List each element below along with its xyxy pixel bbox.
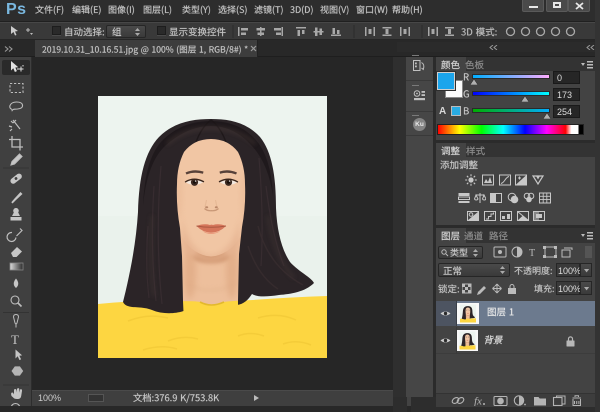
svg-text:T: T [11, 332, 19, 347]
svg-text:fx: fx [474, 396, 482, 407]
svg-text:T: T [529, 248, 535, 259]
